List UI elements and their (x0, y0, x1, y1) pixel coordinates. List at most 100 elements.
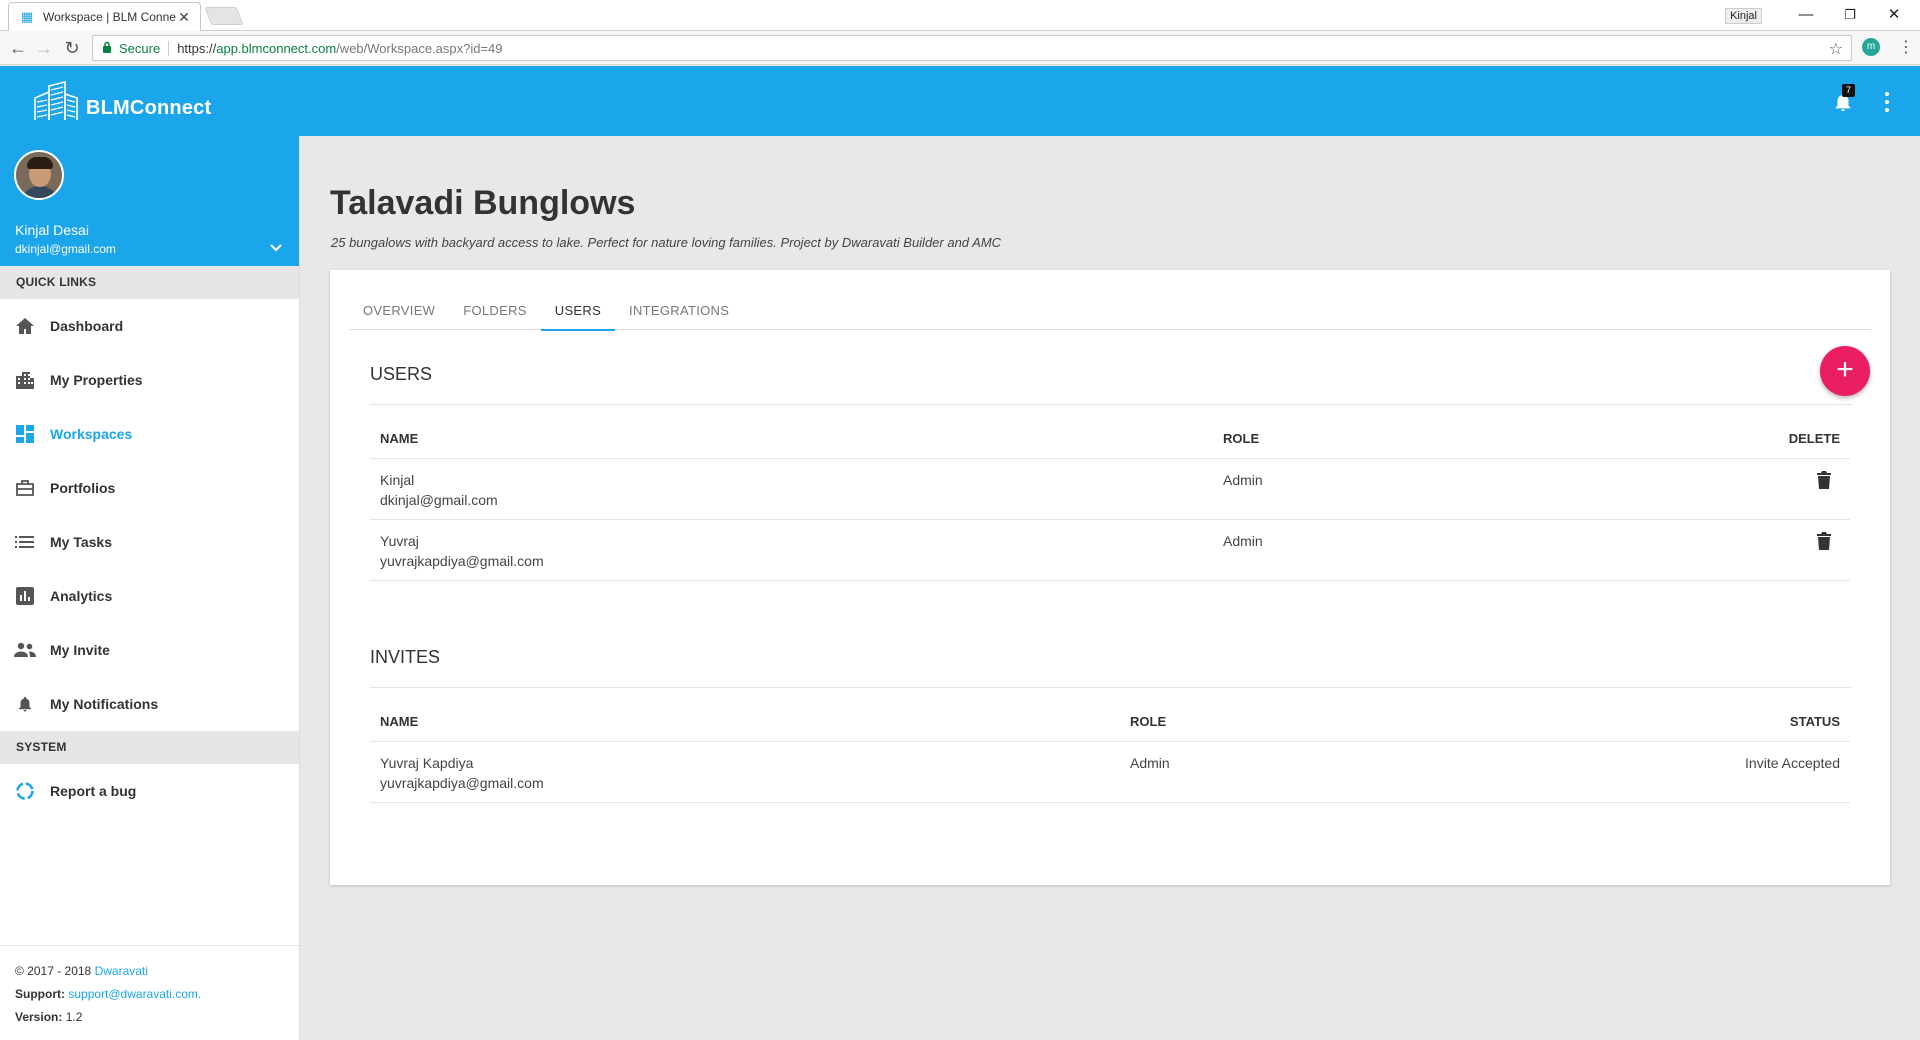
reload-icon[interactable]: ↻ (60, 36, 84, 60)
system-header: SYSTEM (0, 731, 299, 764)
brand-logo[interactable]: BLMConnect (32, 80, 211, 122)
sidebar-item-label: My Notifications (50, 696, 159, 712)
delete-trash-icon[interactable] (1817, 532, 1831, 550)
sidebar-item-my-invite[interactable]: My Invite (0, 623, 299, 677)
users-table: NAME ROLE DELETE Kinjal dkinjal@gmail.co… (370, 405, 1850, 581)
browser-toolbar: ← → ↻ Secure https://app.blmconnect.com/… (0, 31, 1920, 65)
version-value: 1.2 (65, 1010, 83, 1024)
browser-tab-title: Workspace | BLM Connect (43, 10, 176, 24)
profile-panel: Kinjal Desai dkinjal@gmail.com (0, 136, 299, 266)
building-icon (14, 369, 36, 391)
extension-icon[interactable]: m (1862, 38, 1880, 56)
tab-users[interactable]: USERS (540, 290, 616, 331)
support-label: Support: (15, 987, 65, 1001)
url-text[interactable]: https://app.blmconnect.com/web/Workspace… (169, 41, 502, 56)
secure-label: Secure (117, 40, 170, 56)
tab-integrations[interactable]: INTEGRATIONS (615, 290, 743, 329)
chevron-down-icon[interactable] (268, 240, 284, 256)
app-header: BLMConnect 7 (0, 66, 1920, 136)
quick-links-header: QUICK LINKS (0, 266, 299, 299)
buildings-logo-icon (34, 80, 78, 120)
profile-name: Kinjal Desai (15, 222, 89, 238)
forward-arrow-icon[interactable]: → (32, 36, 56, 60)
new-tab-button[interactable] (204, 7, 244, 25)
browser-menu-icon[interactable]: ⋮ (1898, 37, 1914, 59)
table-row: Yuvraj Kapdiya yuvrajkapdiya@gmail.com A… (370, 742, 1850, 803)
invite-name: Yuvraj Kapdiya (380, 755, 474, 771)
url-host: app.blmconnect.com (216, 40, 337, 56)
sidebar-footer: © 2017 - 2018 Dwaravati Support: support… (0, 945, 300, 1029)
sidebar-item-label: Dashboard (50, 318, 124, 334)
lock-icon (97, 41, 117, 56)
sidebar-item-portfolios[interactable]: Portfolios (0, 461, 299, 515)
copyright-line: © 2017 - 2018 Dwaravati (15, 960, 300, 983)
col-role-header: ROLE (1223, 431, 1260, 446)
table-row: Kinjal dkinjal@gmail.com Admin (370, 459, 1850, 520)
add-user-button[interactable]: + (1820, 346, 1870, 396)
page-title: Talavadi Bunglows (330, 184, 636, 222)
chart-icon (14, 585, 36, 607)
sidebar: Kinjal Desai dkinjal@gmail.com QUICK LIN… (0, 136, 300, 1040)
restore-window-icon[interactable]: ❐ (1828, 4, 1872, 26)
sidebar-item-workspaces[interactable]: Workspaces (0, 407, 299, 461)
user-role: Admin (1223, 533, 1263, 549)
col-status-header: STATUS (1789, 714, 1840, 729)
version-label: Version: (15, 1010, 63, 1024)
sidebar-item-my-notifications[interactable]: My Notifications (0, 677, 299, 731)
user-name: Kinjal (380, 472, 415, 488)
invite-email: yuvrajkapdiya@gmail.com (380, 775, 544, 791)
user-cell: Yuvraj yuvrajkapdiya@gmail.com (380, 531, 544, 571)
notification-count-badge: 7 (1842, 84, 1855, 97)
people-icon (14, 639, 36, 661)
sidebar-item-label: My Tasks (50, 534, 112, 550)
sidebar-item-label: Report a bug (50, 783, 137, 799)
user-email: dkinjal@gmail.com (380, 492, 498, 508)
sidebar-item-label: My Invite (50, 642, 110, 658)
tab-folders[interactable]: FOLDERS (449, 290, 541, 329)
close-window-icon[interactable]: ✕ (1872, 4, 1916, 26)
brand-name: BLMConnect (86, 97, 212, 119)
sidebar-item-my-tasks[interactable]: My Tasks (0, 515, 299, 569)
sidebar-item-analytics[interactable]: Analytics (0, 569, 299, 623)
user-cell: Kinjal dkinjal@gmail.com (380, 470, 498, 510)
delete-trash-icon[interactable] (1817, 471, 1831, 489)
user-role: Admin (1223, 472, 1263, 488)
version-line: Version: 1.2 (15, 1006, 300, 1029)
briefcase-icon (14, 477, 36, 499)
window-user-badge[interactable]: Kinjal (1725, 8, 1762, 24)
home-icon (14, 315, 36, 337)
address-bar[interactable]: Secure https://app.blmconnect.com/web/Wo… (92, 35, 1852, 61)
workspace-tabs: OVERVIEW FOLDERS USERS INTEGRATIONS (349, 290, 1871, 331)
building-favicon-icon: ▦ (20, 9, 34, 24)
col-name-header: NAME (380, 431, 419, 446)
page-subtitle: 25 bungalows with backyard access to lak… (331, 235, 1002, 250)
url-path: /web/Workspace.aspx?id=49 (336, 40, 503, 56)
sidebar-item-label: Analytics (50, 588, 113, 604)
sidebar-item-my-properties[interactable]: My Properties (0, 353, 299, 407)
support-email-link[interactable]: support@dwaravati.com. (68, 987, 201, 1001)
sidebar-item-dashboard[interactable]: Dashboard (0, 299, 299, 353)
back-arrow-icon[interactable]: ← (6, 36, 30, 60)
browser-tab[interactable]: ▦ Workspace | BLM Connect ✕ (8, 2, 201, 31)
sidebar-item-label: My Properties (50, 372, 143, 388)
close-tab-icon[interactable]: ✕ (176, 9, 192, 26)
invites-table-header: NAME ROLE STATUS (370, 688, 1850, 742)
bug-report-icon (14, 780, 36, 802)
avatar[interactable] (14, 150, 64, 200)
sidebar-item-report-bug[interactable]: Report a bug (0, 764, 299, 818)
tab-overview[interactable]: OVERVIEW (349, 290, 449, 329)
company-link[interactable]: Dwaravati (95, 964, 148, 978)
minimize-window-icon[interactable]: — (1784, 4, 1828, 26)
invite-role: Admin (1130, 755, 1170, 771)
users-table-header: NAME ROLE DELETE (370, 405, 1850, 459)
bookmark-star-icon[interactable]: ☆ (1829, 39, 1843, 59)
copyright-text: © 2017 - 2018 (15, 964, 92, 978)
invites-table: NAME ROLE STATUS Yuvraj Kapdiya yuvrajka… (370, 688, 1850, 803)
bell-icon (14, 693, 36, 715)
users-section-title: USERS (370, 364, 433, 384)
dashboard-icon (14, 423, 36, 445)
sidebar-item-label: Portfolios (50, 480, 116, 496)
col-role-header: ROLE (1130, 714, 1167, 729)
more-vert-icon[interactable] (1880, 90, 1894, 114)
table-row: Yuvraj yuvrajkapdiya@gmail.com Admin (370, 520, 1850, 581)
